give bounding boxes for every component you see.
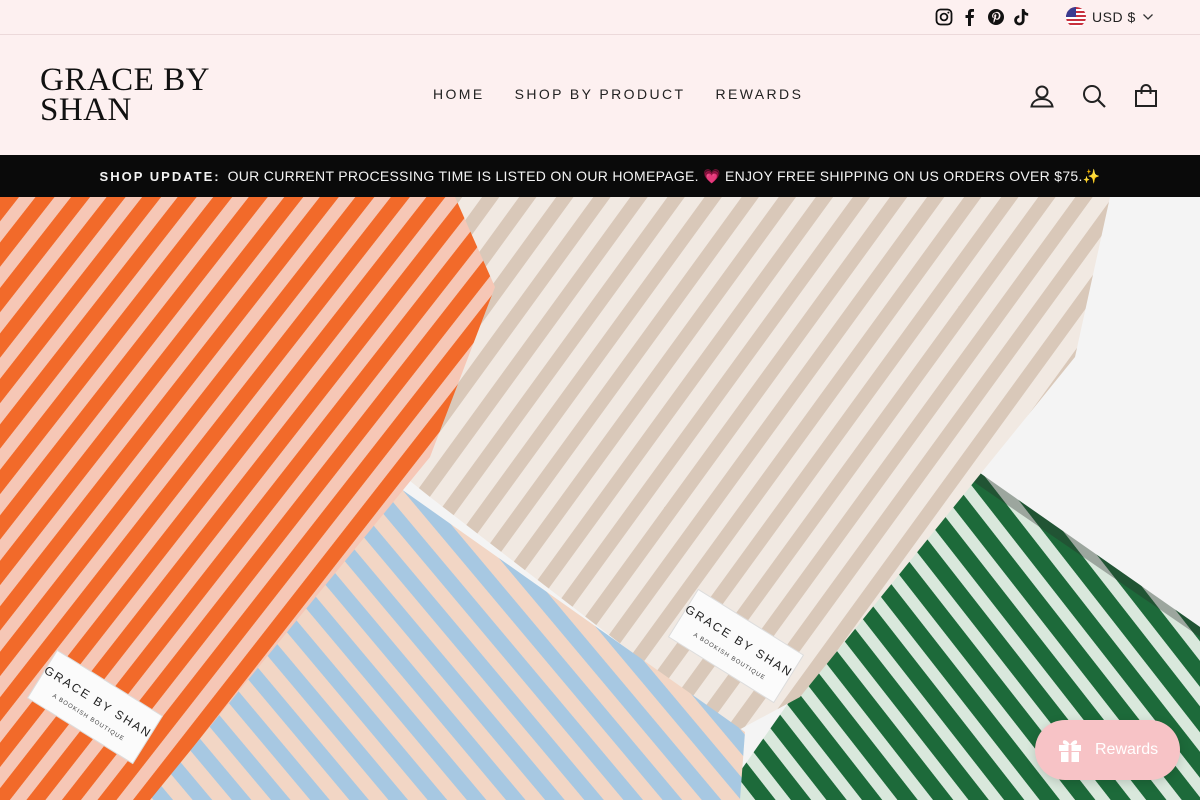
account-icon[interactable]: [1029, 83, 1055, 109]
tiktok-icon[interactable]: [1013, 6, 1029, 28]
chevron-down-icon: [1142, 14, 1153, 20]
hero-photo: GRACE BY SHAN A BOOKISH BOUTIQUE GRACE B…: [0, 197, 1200, 800]
search-icon[interactable]: [1081, 83, 1107, 109]
cart-icon[interactable]: [1133, 83, 1159, 109]
nav-item-rewards[interactable]: REWARDS: [700, 82, 818, 106]
utility-bar: USD $: [0, 0, 1200, 35]
logo-line-2: SHAN: [40, 92, 132, 128]
site-logo[interactable]: GRACE BY SHAN: [40, 62, 210, 128]
announcement-bar: SHOP UPDATE: OUR CURRENT PROCESSING TIME…: [0, 155, 1200, 197]
hero-image: GRACE BY SHAN A BOOKISH BOUTIQUE GRACE B…: [0, 197, 1200, 800]
currency-label: USD $: [1092, 9, 1136, 25]
currency-selector[interactable]: USD $: [1066, 7, 1154, 27]
logo-line-1: GRACE BY: [40, 62, 210, 98]
gift-icon: [1059, 740, 1081, 762]
pinterest-icon[interactable]: [987, 6, 1005, 28]
rewards-launcher[interactable]: Rewards: [1035, 720, 1180, 780]
announcement-text: OUR CURRENT PROCESSING TIME IS LISTED ON…: [227, 167, 1101, 184]
main-nav: HOME SHOP BY PRODUCT REWARDS: [418, 82, 818, 106]
us-flag-icon: [1066, 7, 1086, 27]
instagram-icon[interactable]: [935, 6, 953, 28]
facebook-icon[interactable]: [963, 6, 975, 28]
announcement-label: SHOP UPDATE:: [99, 168, 221, 184]
site-header: GRACE BY SHAN HOME SHOP BY PRODUCT REWAR…: [0, 35, 1200, 155]
nav-item-home[interactable]: HOME: [418, 82, 500, 106]
rewards-label: Rewards: [1095, 741, 1159, 758]
nav-item-shop-by-product[interactable]: SHOP BY PRODUCT: [500, 82, 701, 106]
